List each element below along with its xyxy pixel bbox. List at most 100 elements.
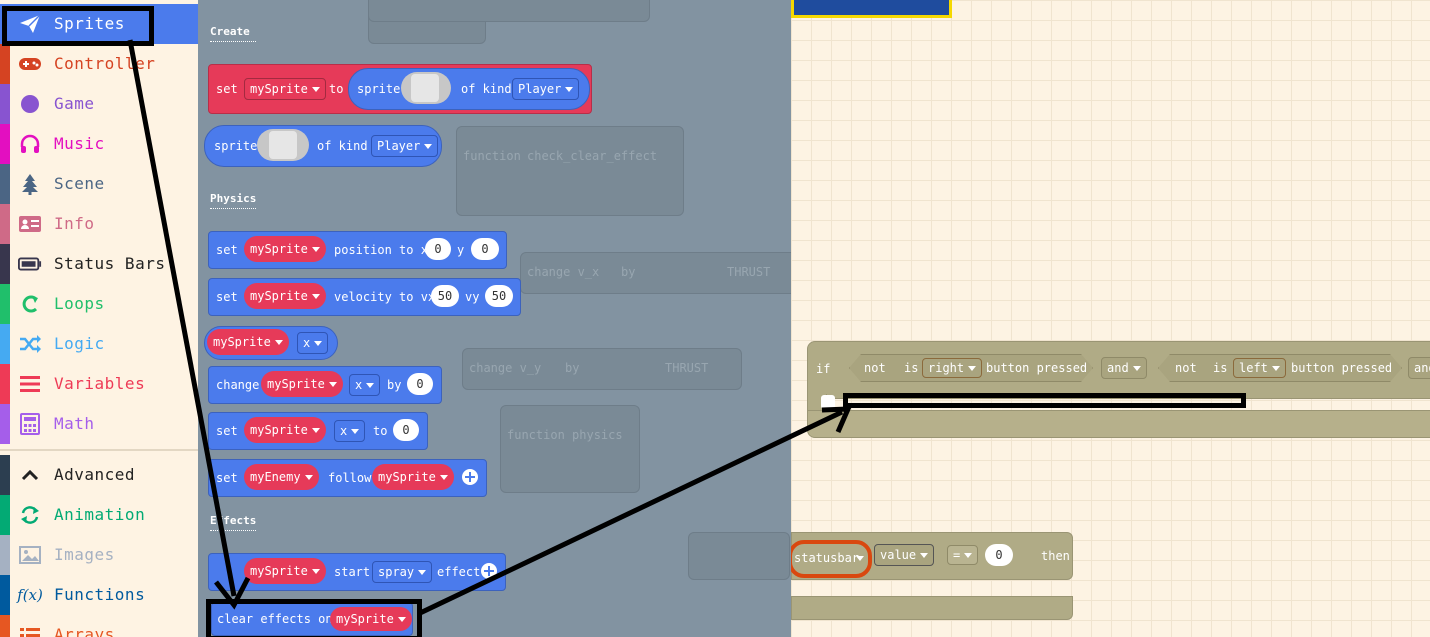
kind-dropdown[interactable]: Player (371, 135, 439, 157)
sidebar-item-info[interactable]: Info (0, 204, 198, 244)
variable-dropdown[interactable]: mySprite (244, 236, 326, 262)
category-color-bar (0, 284, 10, 324)
and-dropdown[interactable]: and (1101, 357, 1147, 379)
ghost-text: by (565, 361, 580, 375)
property-dropdown[interactable]: x (349, 374, 381, 396)
sidebar-item-loops[interactable]: Loops (0, 284, 198, 324)
property-dropdown[interactable]: x (334, 420, 366, 442)
set-sprite-x-block[interactable]: set mySprite x to 0 (208, 412, 428, 450)
y-label: y (457, 243, 465, 257)
value-dropdown[interactable]: value (874, 544, 935, 566)
if-block-footer (807, 410, 1430, 438)
variable-dropdown[interactable]: mySprite (244, 283, 326, 309)
kind-value: Player (518, 82, 562, 96)
sidebar-item-status-bars[interactable]: Status Bars (0, 244, 198, 284)
statusbar-if-block[interactable]: statusbar value = 0 then (791, 532, 1073, 580)
equals-value: = (953, 548, 961, 562)
by-keyword: by (387, 378, 402, 392)
right-button-dropdown[interactable]: right (922, 358, 982, 378)
sidebar-item-variables[interactable]: Variables (0, 364, 198, 404)
variable-dropdown[interactable]: mySprite (244, 417, 326, 443)
sidebar-item-scene[interactable]: Scene (0, 164, 198, 204)
variable-dropdown[interactable]: mySprite (261, 371, 343, 397)
effect-dropdown[interactable]: spray (372, 561, 433, 583)
variable-name: mySprite (250, 242, 308, 256)
enemy-variable-dropdown[interactable]: myEnemy (244, 464, 319, 490)
tree-icon (18, 173, 42, 195)
category-color-bar (0, 244, 10, 284)
section-underline (210, 530, 256, 531)
property-dropdown[interactable]: x (297, 332, 329, 354)
is-keyword: is (1213, 361, 1228, 375)
sprite-of-kind-block[interactable]: sprite of kind Player (204, 125, 442, 167)
y-number[interactable]: 0 (471, 238, 499, 260)
sidebar-item-label: Variables (54, 374, 146, 393)
of-kind-keyword: of kind (317, 139, 368, 153)
sidebar-item-arrays[interactable]: Arrays (0, 615, 198, 637)
sprite-of-kind-inline[interactable]: sprite of kind Player (348, 68, 590, 110)
start-effect-block[interactable]: mySprite start spray effect (208, 553, 506, 591)
equals-dropdown[interactable]: = (947, 545, 979, 565)
not-left-pressed-condition[interactable]: not is left button pressed (1158, 354, 1402, 382)
if-keyword: if (816, 362, 831, 376)
id-card-icon (18, 213, 42, 235)
position-to-x-label: position to x (334, 243, 428, 257)
image-picker[interactable] (401, 72, 451, 104)
effect-keyword: effect (437, 565, 481, 579)
number-value: 0 (434, 242, 442, 256)
vy-number[interactable]: 50 (485, 285, 513, 307)
block-flyout[interactable]: function check_clear_effect change v_x b… (198, 0, 791, 637)
statusbar-variable-pill[interactable]: statusbar (791, 540, 872, 578)
arrays-icon (18, 624, 42, 637)
set-follow-block[interactable]: set myEnemy follow mySprite (208, 459, 487, 497)
sidebar-item-controller[interactable]: Controller (0, 44, 198, 84)
sidebar-item-music[interactable]: Music (0, 124, 198, 164)
category-color-bar (0, 84, 10, 124)
sidebar-item-label: Math (54, 414, 95, 433)
kind-dropdown[interactable]: Player (512, 78, 580, 100)
category-color-bar (0, 495, 10, 535)
add-argument-icon[interactable] (481, 563, 497, 579)
sidebar-item-logic[interactable]: Logic (0, 324, 198, 364)
compare-number[interactable]: 0 (985, 544, 1013, 566)
and-dropdown-cut[interactable]: and (1408, 357, 1430, 379)
left-button-dropdown[interactable]: left (1233, 358, 1286, 378)
variable-name: mySprite (250, 82, 308, 96)
sidebar-item-advanced[interactable]: Advanced (0, 455, 198, 495)
not-keyword: not (864, 361, 886, 375)
change-sprite-block[interactable]: change mySprite x by 0 (208, 366, 442, 404)
set-sprite-block[interactable]: set mySprite to sprite of kind Player (208, 64, 592, 114)
by-number[interactable]: 0 (407, 373, 433, 395)
image-picker[interactable] (257, 129, 309, 161)
section-underline (210, 41, 256, 42)
sidebar-item-functions[interactable]: f(x) Functions (0, 575, 198, 615)
workspace-block-partial[interactable] (791, 0, 952, 18)
annotation-highlight-sprites (2, 6, 154, 46)
set-velocity-block[interactable]: set mySprite velocity to vx 50 vy 50 (208, 278, 521, 316)
add-argument-icon[interactable] (462, 469, 478, 485)
gamepad-icon (18, 53, 42, 75)
ghost-text: by (621, 265, 636, 279)
ghost-function-block: function check_clear_effect (456, 126, 684, 216)
to-number[interactable]: 0 (393, 419, 419, 441)
sidebar-item-game[interactable]: Game (0, 84, 198, 124)
variable-dropdown[interactable]: mySprite (244, 558, 326, 584)
category-color-bar (0, 164, 10, 204)
right-value: right (928, 361, 965, 375)
set-position-block[interactable]: set mySprite position to x 0 y 0 (208, 231, 507, 269)
sidebar-item-images[interactable]: Images (0, 535, 198, 575)
sprite-x-reporter[interactable]: mySprite x (204, 326, 338, 360)
category-color-bar (0, 324, 10, 364)
variable-dropdown[interactable]: mySprite (244, 78, 326, 100)
variable-dropdown[interactable]: mySprite (372, 464, 454, 490)
sidebar-item-math[interactable]: Math (0, 404, 198, 444)
not-right-pressed-condition[interactable]: not is right button pressed (849, 354, 1093, 382)
section-title: Effects (210, 514, 257, 527)
property-value: x (340, 424, 348, 438)
x-number[interactable]: 0 (425, 238, 451, 260)
ghost-text: function physics (507, 428, 623, 442)
code-workspace[interactable]: if not is right button pressed and not i… (791, 0, 1430, 637)
sidebar-item-animation[interactable]: Animation (0, 495, 198, 535)
vx-number[interactable]: 50 (431, 285, 459, 307)
variable-dropdown[interactable]: mySprite (207, 329, 289, 355)
